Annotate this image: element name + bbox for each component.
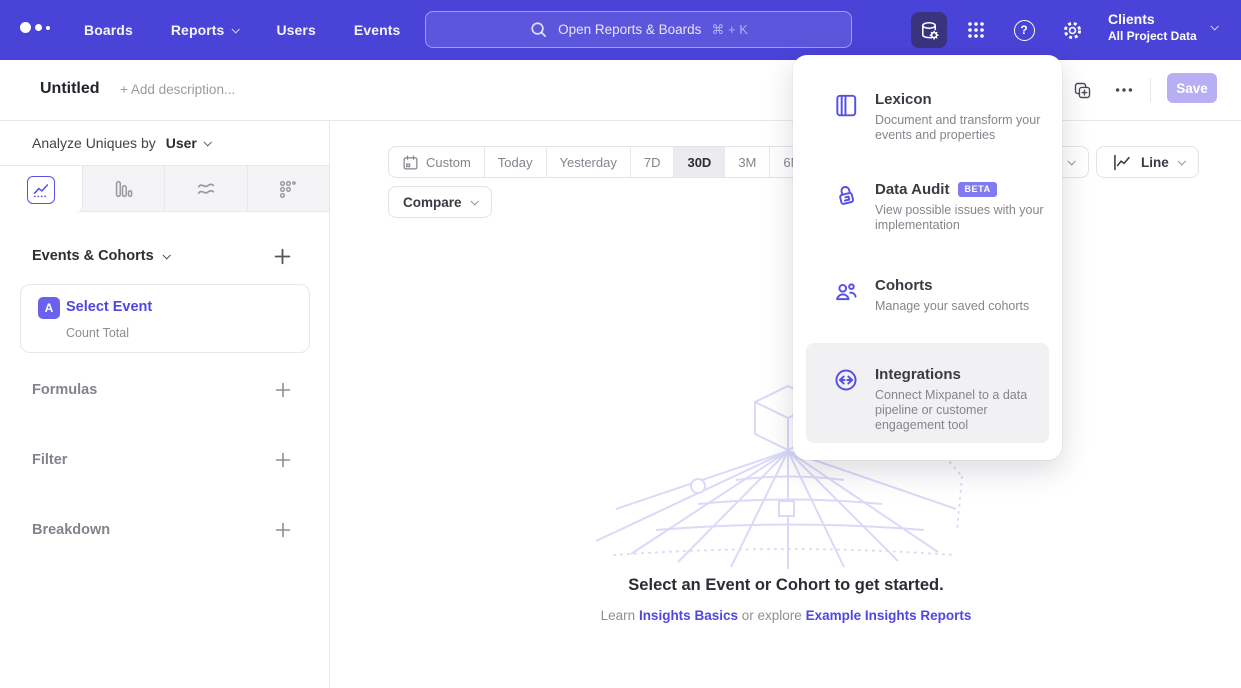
events-cohorts-toggle[interactable]: Events & Cohorts xyxy=(32,248,169,264)
duplicate-report-button[interactable] xyxy=(1068,76,1096,104)
nav-reports[interactable]: Reports xyxy=(171,22,239,38)
plus-icon xyxy=(274,248,291,265)
insights-basics-link[interactable]: Insights Basics xyxy=(639,608,738,623)
plus-icon xyxy=(275,382,291,398)
range-30d[interactable]: 30D xyxy=(674,147,725,177)
header-divider xyxy=(1150,78,1151,102)
example-insights-reports-link[interactable]: Example Insights Reports xyxy=(806,608,972,623)
formulas-label: Formulas xyxy=(32,382,97,398)
grid-apps-icon xyxy=(965,19,987,41)
chevron-down-icon xyxy=(1210,22,1218,30)
report-description-field[interactable]: + Add description... xyxy=(120,82,235,97)
lexicon-icon xyxy=(833,92,859,143)
menu-item-cohorts[interactable]: Cohorts Manage your saved cohorts xyxy=(833,277,1049,314)
empty-state-title: Select an Event or Cohort to get started… xyxy=(331,576,1241,595)
filter-section: Filter xyxy=(0,447,329,473)
data-audit-icon xyxy=(833,182,859,233)
nav-boards[interactable]: Boards xyxy=(84,22,133,38)
tab-bar-chart[interactable] xyxy=(83,166,166,211)
report-title[interactable]: Untitled xyxy=(40,80,100,98)
gear-icon xyxy=(1061,19,1084,42)
analyze-uniques-row: Analyze Uniques by User xyxy=(0,121,329,166)
bar-chart-icon xyxy=(112,178,134,200)
chevron-down-icon xyxy=(1067,157,1075,165)
cohorts-icon xyxy=(833,278,859,314)
calendar-icon xyxy=(402,154,419,171)
database-gear-icon xyxy=(918,19,941,42)
chevron-down-icon xyxy=(162,251,170,259)
filter-label: Filter xyxy=(32,452,67,468)
add-breakdown-button[interactable] xyxy=(273,520,293,540)
search-shortcut: ⌘ + K xyxy=(711,22,748,38)
mixpanel-logo[interactable] xyxy=(20,22,50,33)
data-management-menu: Lexicon Document and transform your even… xyxy=(793,55,1062,460)
search-placeholder: Open Reports & Boards xyxy=(558,22,701,37)
menu-item-lexicon[interactable]: Lexicon Document and transform your even… xyxy=(833,91,1049,143)
more-options-button[interactable] xyxy=(1110,76,1138,104)
help-icon: ? xyxy=(1014,20,1035,41)
select-event-label: Select Event xyxy=(66,299,152,315)
chevron-down-icon xyxy=(1177,157,1185,165)
chart-style-dropdown[interactable]: Line xyxy=(1096,146,1199,178)
date-range-control: Custom Today Yesterday 7D 30D 3M 6M xyxy=(388,146,815,178)
select-event-card[interactable]: A Select Event Count Total xyxy=(20,284,310,353)
settings-button[interactable] xyxy=(1054,12,1090,48)
add-formula-button[interactable] xyxy=(273,380,293,400)
nav-events[interactable]: Events xyxy=(354,22,401,38)
breakdown-label: Breakdown xyxy=(32,522,110,538)
empty-state: Select an Event or Cohort to get started… xyxy=(331,576,1241,623)
global-search-input[interactable]: Open Reports & Boards ⌘ + K xyxy=(425,11,852,48)
query-builder-sidebar: Analyze Uniques by User xyxy=(0,121,330,688)
chart-type-tabs xyxy=(0,166,329,212)
range-today[interactable]: Today xyxy=(485,147,547,177)
event-letter-badge: A xyxy=(38,297,60,319)
chevron-down-icon xyxy=(232,25,240,33)
empty-state-subtitle: Learn Insights Basics or explore Example… xyxy=(331,608,1241,623)
more-horizontal-icon xyxy=(1113,79,1135,101)
metric-grid-icon xyxy=(277,178,299,200)
project-scope: All Project Data xyxy=(1108,28,1197,44)
plus-icon xyxy=(275,452,291,468)
menu-item-data-audit[interactable]: Data Audit BETA View possible issues wit… xyxy=(833,181,1049,233)
menu-item-integrations[interactable]: Integrations Connect Mixpanel to a data … xyxy=(833,366,1049,433)
integrations-icon xyxy=(833,367,859,433)
tab-flow-chart[interactable] xyxy=(165,166,248,211)
count-total-label[interactable]: Count Total xyxy=(66,326,129,340)
range-yesterday[interactable]: Yesterday xyxy=(547,147,631,177)
breakdown-section: Breakdown xyxy=(0,517,329,543)
tab-insights-line[interactable] xyxy=(0,166,83,213)
data-management-button[interactable] xyxy=(911,12,947,48)
search-icon xyxy=(529,20,548,39)
formulas-section: Formulas xyxy=(0,377,329,403)
chevron-down-icon xyxy=(203,138,211,146)
beta-badge: BETA xyxy=(958,182,996,197)
help-button[interactable]: ? xyxy=(1006,12,1042,48)
report-canvas: Custom Today Yesterday 7D 30D 3M 6M Comp… xyxy=(331,121,1241,688)
flow-icon xyxy=(195,178,217,200)
top-navigation: Boards Reports Users Events Open Reports… xyxy=(0,0,1241,60)
tab-metric[interactable] xyxy=(248,166,330,211)
chevron-down-icon xyxy=(470,197,478,205)
nav-users[interactable]: Users xyxy=(276,22,315,38)
compare-button[interactable]: Compare xyxy=(388,186,492,218)
plus-icon xyxy=(275,522,291,538)
events-cohorts-header: Events & Cohorts xyxy=(0,243,329,269)
add-event-button[interactable] xyxy=(272,246,293,267)
analyze-value-dropdown[interactable]: User xyxy=(166,135,210,151)
apps-grid-button[interactable] xyxy=(958,12,994,48)
analyze-label: Analyze Uniques by xyxy=(32,135,156,151)
project-selector[interactable]: Clients All Project Data xyxy=(1108,10,1217,44)
save-button[interactable]: Save xyxy=(1167,73,1217,103)
duplicate-icon xyxy=(1072,80,1093,101)
line-chart-icon xyxy=(1111,152,1132,173)
range-3m[interactable]: 3M xyxy=(725,147,770,177)
range-7d[interactable]: 7D xyxy=(631,147,675,177)
line-chart-icon xyxy=(27,176,55,204)
range-custom[interactable]: Custom xyxy=(389,147,485,177)
org-name: Clients xyxy=(1108,10,1197,28)
add-filter-button[interactable] xyxy=(273,450,293,470)
